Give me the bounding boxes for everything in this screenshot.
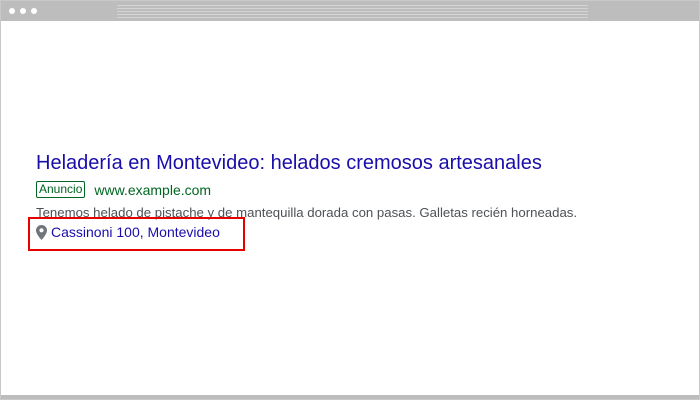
browser-bottom-bar xyxy=(1,395,699,399)
map-pin-icon xyxy=(36,224,47,240)
window-controls xyxy=(9,8,37,14)
ad-meta-row: Anuncio www.example.com xyxy=(36,181,211,198)
browser-titlebar xyxy=(1,1,699,21)
ad-badge: Anuncio xyxy=(36,181,86,198)
ad-location-extension[interactable]: Cassinoni 100, Montevideo xyxy=(36,224,220,240)
minimize-window-dot[interactable] xyxy=(20,8,26,14)
address-bar-placeholder xyxy=(117,5,588,18)
browser-window: Heladería en Montevideo: helados cremoso… xyxy=(0,0,700,400)
ad-title-link[interactable]: Heladería en Montevideo: helados cremoso… xyxy=(36,152,542,175)
ad-location-link[interactable]: Cassinoni 100, Montevideo xyxy=(51,224,220,240)
maximize-window-dot[interactable] xyxy=(31,8,37,14)
ad-display-url[interactable]: www.example.com xyxy=(94,182,211,198)
close-window-dot[interactable] xyxy=(9,8,15,14)
ad-description: Tenemos helado de pistache y de mantequi… xyxy=(36,205,578,220)
